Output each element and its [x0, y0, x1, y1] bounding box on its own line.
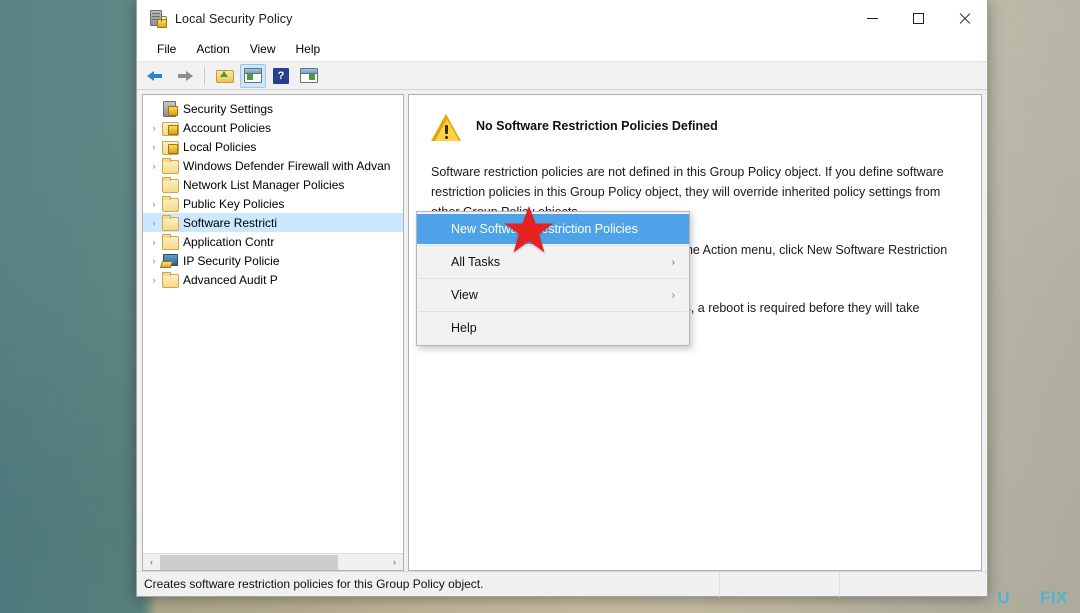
- console-tree: › Security Settings › Account Policies ›…: [143, 95, 403, 553]
- status-bar-text: Creates software restriction policies fo…: [144, 577, 484, 591]
- status-bar-cell-2: [839, 571, 987, 597]
- question-mark-icon: ?: [273, 67, 289, 84]
- scroll-right-button[interactable]: ›: [386, 554, 403, 571]
- scroll-left-button[interactable]: ‹: [143, 554, 160, 571]
- tree-item-label: Public Key Policies: [183, 196, 285, 211]
- window-title-bar: Local Security Policy: [137, 0, 987, 37]
- menu-file[interactable]: File: [147, 39, 186, 59]
- console-tree-pane: › Security Settings › Account Policies ›…: [142, 94, 404, 571]
- chevron-right-icon[interactable]: ›: [147, 161, 161, 171]
- chevron-right-icon[interactable]: ›: [147, 256, 161, 266]
- folder-icon: [161, 215, 179, 231]
- up-one-level-button[interactable]: [212, 64, 238, 88]
- tree-item-security-settings[interactable]: › Security Settings: [143, 99, 403, 118]
- chevron-right-icon[interactable]: ›: [147, 142, 161, 152]
- console-tree-icon: [244, 68, 262, 83]
- context-menu-item-label: Help: [451, 321, 477, 335]
- show-hide-console-tree-button[interactable]: [240, 63, 266, 88]
- context-menu-item-view[interactable]: View ›: [417, 280, 689, 310]
- tree-item-label: Account Policies: [183, 120, 272, 135]
- tree-item-label: Local Policies: [183, 139, 257, 154]
- folder-icon: [161, 234, 179, 250]
- minimize-icon: [866, 18, 878, 19]
- context-menu-item-help[interactable]: Help: [417, 313, 689, 343]
- folder-up-icon: [216, 68, 234, 83]
- tree-item-ip-security-policies[interactable]: › IP Security Policie: [143, 251, 403, 270]
- chevron-right-icon[interactable]: ›: [147, 218, 161, 228]
- chevron-right-icon[interactable]: ›: [147, 199, 161, 209]
- status-bar: Creates software restriction policies fo…: [137, 571, 987, 597]
- tree-item-label: IP Security Policie: [183, 253, 280, 268]
- tree-item-public-key-policies[interactable]: › Public Key Policies: [143, 194, 403, 213]
- folder-icon: [161, 196, 179, 212]
- minimize-button[interactable]: [849, 0, 895, 37]
- tree-item-software-restriction-policies[interactable]: › Software Restricti: [143, 213, 403, 232]
- details-heading-row: No Software Restriction Policies Defined: [431, 113, 959, 142]
- security-policy-icon: [149, 10, 167, 28]
- menu-bar: File Action View Help: [137, 37, 987, 61]
- context-menu-separator: [419, 311, 687, 312]
- tree-item-account-policies[interactable]: › Account Policies: [143, 118, 403, 137]
- maximize-icon: [912, 13, 924, 24]
- context-menu-separator: [419, 278, 687, 279]
- tree-item-label: Advanced Audit P: [183, 272, 278, 287]
- forward-button[interactable]: [171, 64, 197, 88]
- tree-item-local-policies[interactable]: › Local Policies: [143, 137, 403, 156]
- folder-icon: [161, 158, 179, 174]
- back-button[interactable]: [143, 64, 169, 88]
- status-bar-cell-1: [719, 571, 839, 597]
- scrollbar-thumb[interactable]: [160, 554, 338, 570]
- chevron-right-icon[interactable]: ›: [147, 123, 161, 133]
- maximize-button[interactable]: [895, 0, 941, 37]
- action-pane-icon: [300, 68, 318, 83]
- security-settings-icon: [161, 101, 178, 117]
- tree-item-application-control-policies[interactable]: › Application Contr: [143, 232, 403, 251]
- folder-icon: [161, 177, 179, 193]
- chevron-right-icon: ›: [147, 104, 161, 114]
- context-menu-item-label: All Tasks: [451, 255, 501, 269]
- menu-view[interactable]: View: [240, 39, 286, 59]
- warning-triangle-icon: [431, 114, 462, 142]
- chevron-right-icon: ›: [671, 256, 675, 268]
- toolbar: ?: [137, 61, 987, 90]
- tree-item-label: Application Contr: [183, 234, 275, 249]
- close-icon: [958, 12, 971, 25]
- ip-security-icon: [161, 253, 178, 268]
- folder-lock-icon: [161, 120, 179, 136]
- tree-horizontal-scrollbar[interactable]: ‹ ›: [143, 553, 403, 570]
- watermark-left: U: [997, 588, 1011, 607]
- arrow-right-icon: [175, 69, 193, 83]
- tree-item-network-list-manager-policies[interactable]: › Network List Manager Policies: [143, 175, 403, 194]
- tree-item-label: Network List Manager Policies: [183, 177, 345, 192]
- watermark-right: FIX: [1040, 588, 1068, 607]
- tree-item-label: Windows Defender Firewall with Advan: [183, 158, 391, 173]
- help-button[interactable]: ?: [268, 64, 294, 88]
- local-security-policy-window: Local Security Policy File Action View H…: [136, 0, 988, 597]
- menu-help[interactable]: Help: [286, 39, 331, 59]
- window-title: Local Security Policy: [175, 11, 293, 26]
- chevron-right-icon[interactable]: ›: [147, 275, 161, 285]
- close-button[interactable]: [941, 0, 987, 37]
- watermark: U FIX: [997, 588, 1068, 608]
- chevron-right-icon: ›: [147, 180, 161, 190]
- toolbar-separator: [204, 66, 205, 85]
- context-menu-item-label: View: [451, 288, 478, 302]
- folder-icon: [161, 272, 179, 288]
- show-hide-action-pane-button[interactable]: [296, 64, 322, 88]
- details-heading: No Software Restriction Policies Defined: [476, 119, 718, 133]
- folder-lock-icon: [161, 139, 179, 155]
- chevron-right-icon: ›: [671, 289, 675, 301]
- tree-item-label: Software Restricti: [183, 215, 278, 230]
- tree-item-label: Security Settings: [183, 101, 274, 116]
- window-controls: [849, 0, 987, 37]
- scrollbar-track[interactable]: [160, 554, 386, 571]
- tree-item-windows-defender-firewall[interactable]: › Windows Defender Firewall with Advan: [143, 156, 403, 175]
- chevron-right-icon[interactable]: ›: [147, 237, 161, 247]
- tree-item-advanced-audit-policy[interactable]: › Advanced Audit P: [143, 270, 403, 289]
- pointer-star-icon: [504, 206, 554, 253]
- menu-action[interactable]: Action: [186, 39, 239, 59]
- arrow-left-icon: [147, 69, 165, 83]
